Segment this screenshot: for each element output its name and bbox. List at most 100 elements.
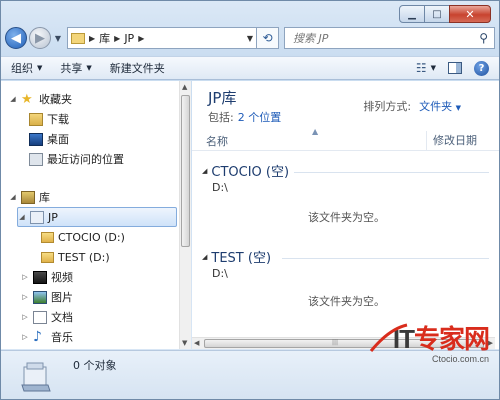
arrange-value: 文件夹 xyxy=(419,100,453,113)
watermark-logo: IT专家网 Ctocio.com.cn xyxy=(369,319,490,364)
library-includes: 包括: 2 个位置 xyxy=(208,109,281,125)
folder-icon xyxy=(71,32,85,44)
watermark-brand: 专家网 xyxy=(413,324,490,354)
arrow-right-icon: ▶ xyxy=(35,30,45,46)
chevron-right-icon[interactable]: ▶ xyxy=(114,34,120,43)
pictures-icon xyxy=(33,290,47,304)
maximize-button[interactable]: □ xyxy=(425,5,449,23)
includes-locations-link[interactable]: 2 个位置 xyxy=(238,111,282,124)
command-bar-right: ☷ ▼ ? xyxy=(416,60,489,76)
address-bar[interactable]: ▶ 库 ▶ JP ▶ ▼ xyxy=(67,27,257,49)
navigation-pane: ◢ ★ 收藏夹 下载 桌面 最近访问的位置 ◢ 库 ◢ JP CTOCIO (D… xyxy=(1,81,191,349)
sidebar-item-videos[interactable]: ▷ 视频 xyxy=(21,267,73,287)
chevron-right-icon[interactable]: ▶ xyxy=(138,34,144,43)
library-title: JP库 xyxy=(208,89,237,107)
chevron-down-icon: ▼ xyxy=(455,104,461,112)
expand-icon[interactable]: ▷ xyxy=(21,333,29,341)
expand-icon[interactable]: ▷ xyxy=(21,293,29,301)
desktop-icon xyxy=(29,132,43,146)
search-box[interactable]: ⚲ xyxy=(284,27,495,49)
swoosh-icon xyxy=(369,323,408,352)
item-count: 0 个对象 xyxy=(73,359,117,372)
empty-folder-message: 该文件夹为空。 xyxy=(308,295,385,308)
chevron-right-icon[interactable]: ▶ xyxy=(89,34,95,43)
arrow-left-icon: ◀ xyxy=(11,30,21,46)
scroll-up-icon[interactable]: ▲ xyxy=(182,83,187,91)
sidebar-item-favorites[interactable]: ◢ ★ 收藏夹 xyxy=(9,89,72,109)
sidebar-item-ctocio[interactable]: CTOCIO (D:) xyxy=(41,227,125,247)
new-folder-button[interactable]: 新建文件夹 xyxy=(110,60,165,76)
sidebar-item-documents[interactable]: ▷ 文档 xyxy=(21,307,73,327)
collapse-icon[interactable]: ◢ xyxy=(9,193,17,201)
caption-buttons: ▁ □ ✕ xyxy=(399,5,491,23)
search-icon[interactable]: ⚲ xyxy=(479,31,488,45)
organize-label: 组织 xyxy=(11,62,33,75)
content-pane: JP库 包括: 2 个位置 排列方式: 文件夹 ▼ ▲ 名称 修改日期 ◢ CTO… xyxy=(192,81,499,349)
expand-icon[interactable]: ▷ xyxy=(21,273,29,281)
change-view-button[interactable]: ☷ ▼ xyxy=(416,61,436,75)
expand-icon[interactable]: ▷ xyxy=(21,313,29,321)
sidebar-item-libraries[interactable]: ◢ 库 xyxy=(9,187,50,207)
group-header-test[interactable]: ◢ TEST (空) xyxy=(202,247,271,266)
arrange-by-dropdown[interactable]: 文件夹 ▼ xyxy=(419,98,461,114)
forward-button[interactable]: ▶ xyxy=(29,27,51,49)
navigation-scrollbar[interactable]: ▲ ▼ xyxy=(179,81,191,349)
breadcrumb-jp[interactable]: JP xyxy=(124,32,134,45)
organize-button[interactable]: 组织 ▼ xyxy=(11,60,42,76)
collapse-icon[interactable]: ◢ xyxy=(9,95,17,103)
empty-folder-message: 该文件夹为空。 xyxy=(308,211,385,224)
breadcrumb-libraries[interactable]: 库 xyxy=(99,30,110,46)
sidebar-item-label: JP xyxy=(48,210,58,224)
sidebar-item-recent[interactable]: 最近访问的位置 xyxy=(29,149,124,169)
scroll-left-icon[interactable]: ◀ xyxy=(194,339,199,347)
scrollbar-thumb[interactable] xyxy=(181,95,190,247)
sidebar-item-label: 库 xyxy=(39,191,50,204)
sidebar-item-label: 收藏夹 xyxy=(39,93,72,106)
documents-icon xyxy=(33,310,47,324)
group-path: D:\ xyxy=(212,267,228,280)
sidebar-item-label: 视频 xyxy=(51,271,73,284)
back-button[interactable]: ◀ xyxy=(5,27,27,49)
group-divider xyxy=(294,172,489,173)
address-dropdown-icon[interactable]: ▼ xyxy=(247,34,253,43)
sidebar-item-pictures[interactable]: ▷ 图片 xyxy=(21,287,73,307)
group-header-ctocio[interactable]: ◢ CTOCIO (空) xyxy=(202,161,289,180)
chevron-down-icon: ▼ xyxy=(37,64,43,72)
address-row: ◀ ▶ ▼ ▶ 库 ▶ JP ▶ ▼ ⟲ ⚲ xyxy=(5,26,495,50)
sidebar-item-downloads[interactable]: 下载 xyxy=(29,109,69,129)
library-jp-icon xyxy=(30,210,44,224)
sidebar-item-test[interactable]: TEST (D:) xyxy=(41,247,110,267)
sidebar-item-label: 下载 xyxy=(47,113,69,126)
close-button[interactable]: ✕ xyxy=(449,5,491,23)
column-name[interactable]: 名称 xyxy=(206,133,228,149)
group-name: CTOCIO (空) xyxy=(211,165,290,180)
sidebar-item-label: 文档 xyxy=(51,311,73,324)
library-icon xyxy=(21,190,35,204)
sidebar-item-music[interactable]: ▷ ♪ 音乐 xyxy=(21,327,73,347)
command-bar: 组织 ▼ 共享 ▼ 新建文件夹 ☷ ▼ ? xyxy=(1,56,499,80)
sidebar-item-desktop[interactable]: 桌面 xyxy=(29,129,69,149)
recent-pages-dropdown[interactable]: ▼ xyxy=(53,34,63,43)
close-icon: ✕ xyxy=(465,7,475,21)
share-button[interactable]: 共享 ▼ xyxy=(60,60,91,76)
folder-icon xyxy=(41,251,54,263)
chevron-down-icon: ▼ xyxy=(54,33,62,43)
scroll-down-icon[interactable]: ▼ xyxy=(182,339,187,347)
sidebar-item-jp[interactable]: ◢ JP xyxy=(17,207,177,227)
maximize-icon: □ xyxy=(432,8,442,20)
arrange-by: 排列方式: 文件夹 ▼ xyxy=(363,98,461,114)
sidebar-item-label: 桌面 xyxy=(47,133,69,146)
recent-places-icon xyxy=(29,152,43,166)
help-icon[interactable]: ? xyxy=(474,60,489,76)
videos-icon xyxy=(33,270,47,284)
minimize-button[interactable]: ▁ xyxy=(399,5,425,23)
preview-pane-icon[interactable] xyxy=(448,62,462,74)
column-modified-date[interactable]: 修改日期 xyxy=(426,130,477,151)
scrollbar-grip-icon: ||| xyxy=(332,339,339,346)
refresh-button[interactable]: ⟲ xyxy=(257,27,279,49)
collapse-icon[interactable]: ◢ xyxy=(18,213,26,221)
collapse-icon[interactable]: ◢ xyxy=(202,253,207,261)
collapse-icon[interactable]: ◢ xyxy=(202,167,207,175)
downloads-folder-icon xyxy=(29,112,43,126)
search-input[interactable] xyxy=(291,30,480,46)
